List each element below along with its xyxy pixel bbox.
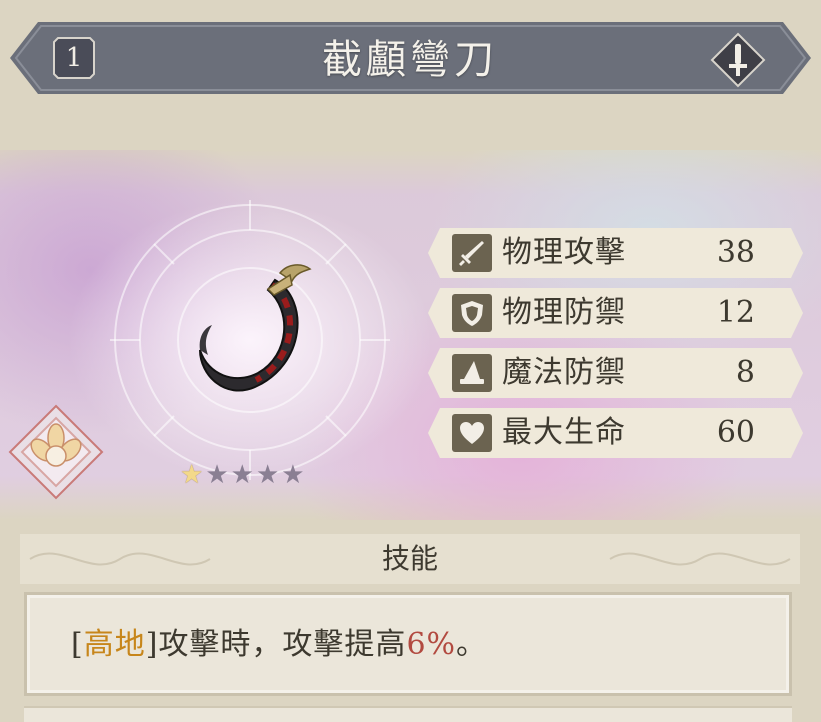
rarity-stars: ★ ★ ★ ★ ★	[180, 460, 305, 490]
heart-icon	[452, 414, 492, 452]
sword-icon	[452, 234, 492, 272]
stat-row-physical-defense: 物理防禦 12	[428, 288, 803, 338]
shield-icon	[452, 294, 492, 332]
skill-bracket-open: [	[71, 627, 84, 662]
star-empty-icon: ★	[205, 460, 229, 490]
skill-title: 技能	[381, 542, 438, 575]
element-emblem-icon[interactable]	[8, 404, 104, 500]
skill-description-box: [高地]攻擊時，攻擊提高6%。	[24, 592, 792, 696]
stat-label: 物理防禦	[502, 295, 626, 330]
level-badge: 1	[52, 36, 96, 80]
stat-value: 12	[716, 295, 755, 330]
skill-header: 技能	[20, 530, 800, 588]
skill-bracket-close: ]	[145, 627, 159, 662]
item-title: 截顱彎刀	[322, 37, 498, 83]
stat-value: 60	[716, 415, 755, 450]
stat-row-max-hp: 最大生命 60	[428, 408, 803, 458]
sword-icon	[710, 32, 766, 88]
skill-text-main: 攻擊時，攻擊提高	[158, 627, 407, 662]
skill-description: [高地]攻擊時，攻擊提高6%。	[71, 615, 487, 675]
star-empty-icon: ★	[230, 460, 254, 490]
star-empty-icon: ★	[281, 460, 305, 490]
stat-label: 物理攻擊	[502, 235, 626, 270]
skill-text-end: 。	[456, 627, 488, 662]
stat-row-magic-defense: 魔法防禦 8	[428, 348, 803, 398]
star-filled-icon: ★	[180, 460, 204, 490]
stat-label: 最大生命	[502, 415, 626, 450]
stat-label: 魔法防禦	[502, 355, 626, 390]
stat-row-physical-attack: 物理攻擊 38	[428, 228, 803, 278]
star-empty-icon: ★	[255, 460, 280, 490]
level-number: 1	[65, 43, 83, 73]
skill-percent: 6%	[406, 627, 457, 662]
weapon-image	[199, 264, 312, 392]
stat-value: 38	[716, 235, 755, 270]
wizard-hat-icon	[452, 354, 492, 392]
skill-keyword[interactable]: 高地	[84, 627, 146, 662]
stat-value: 8	[735, 355, 755, 390]
